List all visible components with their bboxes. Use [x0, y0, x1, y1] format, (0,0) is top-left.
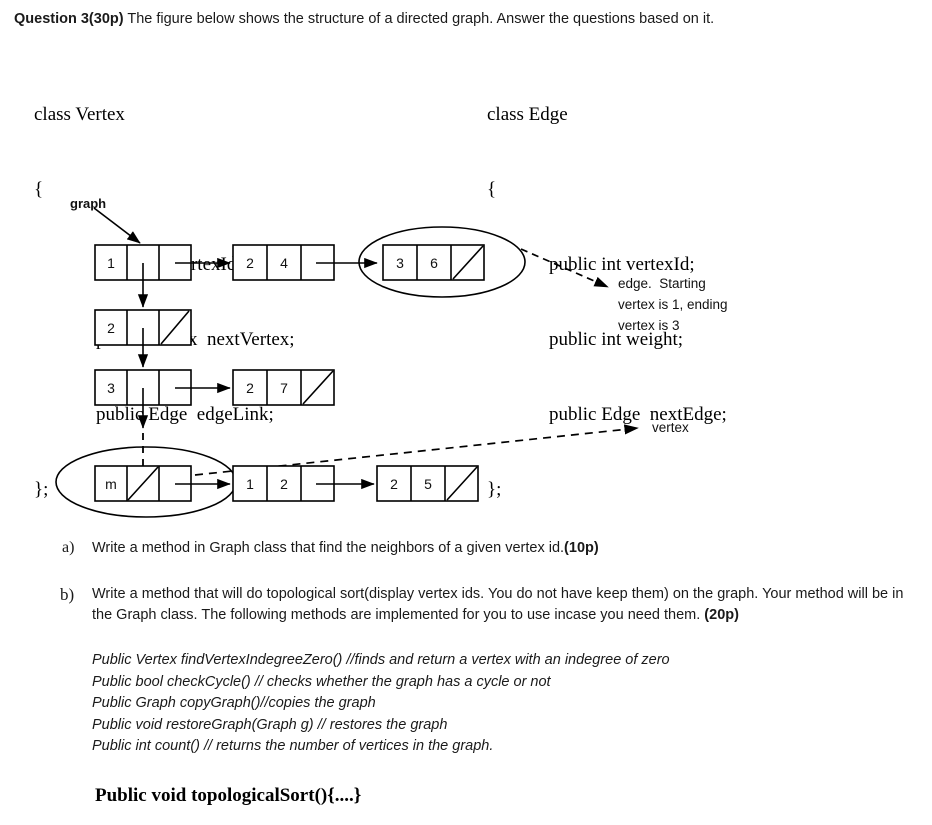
question-number: Question 3(30p) — [14, 11, 124, 27]
helper-method-4: Public int count() // returns the number… — [92, 738, 494, 754]
question-a-marker: a) — [62, 539, 75, 556]
question-b-points: (20p) — [704, 607, 739, 623]
helper-method-list: Public Vertex findVertexIndegreeZero() /… — [92, 650, 892, 758]
question-b-marker: b) — [60, 585, 75, 604]
edge-node-2-7 — [232, 369, 335, 406]
topological-sort-signature: Public void topologicalSort(){....} — [95, 785, 362, 806]
helper-method-0: Public Vertex findVertexIndegreeZero() /… — [92, 652, 670, 668]
edge-annotation-text: edge. Starting vertex is 1, ending verte… — [618, 276, 728, 333]
graph-pointer-label: graph — [70, 196, 107, 211]
class-edge-name: class Edge — [487, 104, 568, 125]
question-a: Write a method in Graph class that find … — [92, 538, 912, 559]
question-b: Write a method that will do topological … — [92, 584, 908, 626]
question-a-text: Write a method in Graph class that find … — [92, 540, 565, 556]
page-title: Question 3(30p) The figure below shows t… — [14, 10, 924, 28]
graph-structure-diagram: 1 2 3 m 2 4 3 6 2 7 1 2 2 5 graph edge. … — [0, 185, 932, 530]
helper-method-3: Public void restoreGraph(Graph g) // res… — [92, 716, 448, 733]
vertex-annotation-text: vertex — [652, 420, 689, 435]
helper-method-2: Public Graph copyGraph()//copies the gra… — [92, 695, 376, 711]
helper-method-1: Public bool checkCycle() // checks wheth… — [92, 673, 551, 690]
question-prompt: The figure below shows the structure of … — [123, 11, 715, 27]
class-vertex-name: class Vertex — [34, 104, 125, 125]
question-a-points: (10p) — [564, 540, 599, 556]
edge-node-3-6 — [382, 244, 485, 281]
question-b-text: Write a method that will do topological … — [92, 586, 904, 623]
edge-annotation-leader — [520, 248, 609, 288]
edge-node-2-5 — [376, 465, 479, 502]
diagram-canvas — [55, 207, 639, 518]
